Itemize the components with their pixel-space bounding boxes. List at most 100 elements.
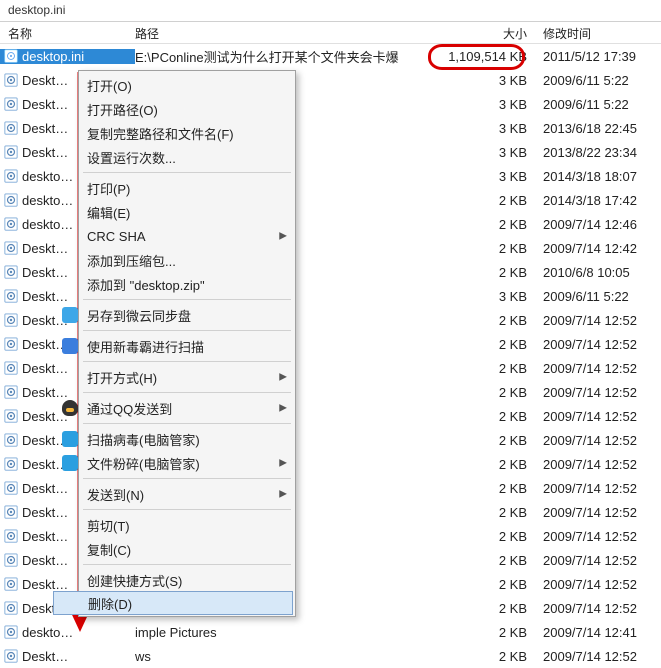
config-file-icon bbox=[4, 193, 18, 207]
file-path: E:\PConline测试为什么打开某个文件夹会卡爆 bbox=[135, 47, 425, 66]
file-date: 2009/7/14 12:52 bbox=[535, 313, 661, 328]
shred-icon bbox=[62, 455, 78, 471]
file-size: 3 KB bbox=[425, 169, 535, 184]
menu-item-label: 通过QQ发送到 bbox=[87, 399, 275, 418]
config-file-icon bbox=[4, 145, 18, 159]
menu-item-qq-send[interactable]: 通过QQ发送到▶ bbox=[53, 396, 293, 420]
table-row[interactable]: Deskt…ws2 KB2009/7/14 12:52 bbox=[0, 644, 661, 668]
config-file-icon bbox=[4, 121, 18, 135]
menu-item-weiyun[interactable]: 另存到微云同步盘 bbox=[53, 303, 293, 327]
config-file-icon bbox=[4, 625, 18, 639]
column-header-date[interactable]: 修改时间 bbox=[535, 25, 661, 42]
menu-item-copy-full[interactable]: 复制完整路径和文件名(F) bbox=[53, 121, 293, 145]
menu-item-open-with[interactable]: 打开方式(H) ▶ bbox=[53, 365, 293, 389]
menu-item-label: CRC SHA bbox=[87, 229, 275, 244]
menu-item-antivir-scan[interactable]: 使用新毒霸进行扫描 bbox=[53, 334, 293, 358]
file-size: 2 KB bbox=[425, 529, 535, 544]
file-date: 2014/3/18 18:07 bbox=[535, 169, 661, 184]
column-header-row: 名称 路径 大小 修改时间 bbox=[0, 22, 661, 44]
menu-item-label: 删除(D) bbox=[88, 594, 274, 613]
menu-item-open[interactable]: 打开(O) bbox=[53, 73, 293, 97]
file-size: 3 KB bbox=[425, 121, 535, 136]
config-file-icon bbox=[4, 577, 18, 591]
menu-item-set-runs[interactable]: 设置运行次数... bbox=[53, 145, 293, 169]
menu-item-shred[interactable]: 文件粉碎(电脑管家)▶ bbox=[53, 451, 293, 475]
file-date: 2009/7/14 12:52 bbox=[535, 649, 661, 664]
file-date: 2011/5/12 17:39 bbox=[535, 49, 661, 64]
menu-item-label: 打开路径(O) bbox=[87, 100, 275, 119]
config-file-icon bbox=[4, 265, 18, 279]
file-name: Deskt… bbox=[22, 649, 68, 664]
menu-item-edit[interactable]: 编辑(E) bbox=[53, 200, 293, 224]
file-size: 2 KB bbox=[425, 385, 535, 400]
file-size: 2 KB bbox=[425, 505, 535, 520]
menu-item-delete[interactable]: 删除(D) bbox=[53, 591, 293, 615]
config-file-icon bbox=[4, 241, 18, 255]
menu-separator bbox=[83, 361, 291, 362]
file-date: 2009/7/14 12:42 bbox=[535, 241, 661, 256]
column-header-name[interactable]: 名称 bbox=[0, 25, 135, 42]
menu-separator bbox=[83, 330, 291, 331]
file-size: 2 KB bbox=[425, 433, 535, 448]
menu-item-label: 添加到压缩包... bbox=[87, 251, 275, 270]
menu-separator bbox=[83, 509, 291, 510]
sweep-icon bbox=[62, 431, 78, 447]
file-date: 2009/7/14 12:52 bbox=[535, 481, 661, 496]
file-date: 2009/7/14 12:52 bbox=[535, 529, 661, 544]
file-size: 3 KB bbox=[425, 97, 535, 112]
menu-item-label: 发送到(N) bbox=[87, 485, 275, 504]
table-row[interactable]: desktop.iniE:\PConline测试为什么打开某个文件夹会卡爆1,1… bbox=[0, 44, 661, 68]
menu-item-label: 复制(C) bbox=[87, 540, 275, 559]
file-size: 2 KB bbox=[425, 577, 535, 592]
menu-separator bbox=[83, 564, 291, 565]
file-date: 2009/7/14 12:52 bbox=[535, 337, 661, 352]
menu-item-add-archive[interactable]: 添加到压缩包... bbox=[53, 248, 293, 272]
file-date: 2009/7/14 12:46 bbox=[535, 217, 661, 232]
file-date: 2009/7/14 12:52 bbox=[535, 601, 661, 616]
menu-item-scan-virus[interactable]: 扫描病毒(电脑管家) bbox=[53, 427, 293, 451]
file-name: deskto… bbox=[22, 625, 73, 640]
menu-item-open-path[interactable]: 打开路径(O) bbox=[53, 97, 293, 121]
menu-item-label: 另存到微云同步盘 bbox=[87, 306, 275, 325]
file-size: 2 KB bbox=[425, 217, 535, 232]
config-file-icon bbox=[4, 313, 18, 327]
file-date: 2009/7/14 12:52 bbox=[535, 457, 661, 472]
file-date: 2009/7/14 12:52 bbox=[535, 361, 661, 376]
file-date: 2010/6/8 10:05 bbox=[535, 265, 661, 280]
file-size: 2 KB bbox=[425, 625, 535, 640]
menu-item-cut[interactable]: 剪切(T) bbox=[53, 513, 293, 537]
menu-item-label: 打开方式(H) bbox=[87, 368, 275, 387]
chevron-right-icon: ▶ bbox=[279, 489, 287, 500]
config-file-icon bbox=[4, 73, 18, 87]
column-header-path[interactable]: 路径 bbox=[135, 25, 425, 42]
file-date: 2009/7/14 12:52 bbox=[535, 433, 661, 448]
file-size: 2 KB bbox=[425, 457, 535, 472]
config-file-icon bbox=[4, 649, 18, 663]
config-file-icon bbox=[4, 505, 18, 519]
menu-separator bbox=[83, 392, 291, 393]
file-date: 2009/7/14 12:41 bbox=[535, 625, 661, 640]
shield-icon bbox=[62, 338, 78, 354]
config-file-icon bbox=[4, 97, 18, 111]
menu-item-label: 编辑(E) bbox=[87, 203, 275, 222]
config-file-icon bbox=[4, 529, 18, 543]
column-header-size[interactable]: 大小 bbox=[425, 25, 535, 42]
menu-separator bbox=[83, 299, 291, 300]
menu-item-add-zip[interactable]: 添加到 "desktop.zip" bbox=[53, 272, 293, 296]
blue-icon bbox=[62, 307, 78, 323]
menu-item-shortcut[interactable]: 创建快捷方式(S) bbox=[53, 568, 293, 592]
menu-item-print[interactable]: 打印(P) bbox=[53, 176, 293, 200]
breadcrumb-text: desktop.ini bbox=[8, 3, 65, 17]
menu-item-label: 文件粉碎(电脑管家) bbox=[87, 454, 275, 473]
menu-item-copy[interactable]: 复制(C) bbox=[53, 537, 293, 561]
file-date: 2009/6/11 5:22 bbox=[535, 73, 661, 88]
menu-item-send-to[interactable]: 发送到(N) ▶ bbox=[53, 482, 293, 506]
file-size: 3 KB bbox=[425, 145, 535, 160]
chevron-right-icon: ▶ bbox=[279, 372, 287, 383]
file-size: 3 KB bbox=[425, 73, 535, 88]
menu-separator bbox=[83, 478, 291, 479]
table-row[interactable]: deskto…imple Pictures2 KB2009/7/14 12:41 bbox=[0, 620, 661, 644]
menu-item-crc-sha[interactable]: CRC SHA▶ bbox=[53, 224, 293, 248]
menu-item-label: 打印(P) bbox=[87, 179, 275, 198]
config-file-icon bbox=[4, 289, 18, 303]
